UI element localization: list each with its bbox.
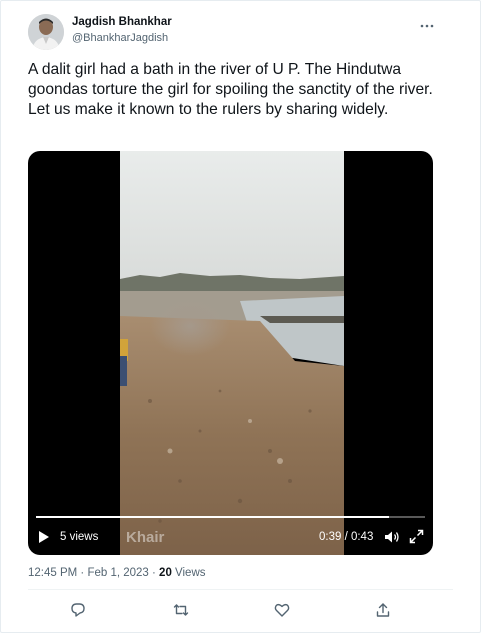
fullscreen-icon[interactable] xyxy=(409,529,424,544)
play-icon[interactable] xyxy=(37,530,51,544)
tweet-views-count: 20 xyxy=(159,567,172,579)
retweet-icon[interactable] xyxy=(173,602,189,618)
tweet-timestamp[interactable]: 12:45 PM · Feb 1, 2023 · xyxy=(28,567,159,579)
like-icon[interactable] xyxy=(274,602,290,618)
video-progress-bar[interactable] xyxy=(36,516,425,518)
video-frame[interactable] xyxy=(120,151,344,555)
avatar[interactable] xyxy=(28,14,64,50)
tweet-text: A dalit girl had a bath in the river of … xyxy=(28,61,433,118)
author-name[interactable]: Jagdish Bhankhar xyxy=(72,16,172,28)
volume-icon[interactable] xyxy=(384,530,400,544)
video-player[interactable]: 5 views Khair 0:39 / 0:43 xyxy=(28,151,433,555)
tweet-meta: 12:45 PM · Feb 1, 2023 · 20 Views xyxy=(28,567,206,579)
video-views-label: 5 views xyxy=(60,531,99,543)
tweet-card: Jagdish Bhankhar @BhankharJagdish A dali… xyxy=(0,0,481,633)
reply-icon[interactable] xyxy=(70,602,86,618)
author-handle[interactable]: @BhankharJagdish xyxy=(72,32,168,44)
share-icon[interactable] xyxy=(375,602,391,618)
video-progress-fill xyxy=(36,516,389,518)
tweet-views-word: Views xyxy=(171,567,206,579)
video-time-label: 0:39 / 0:43 xyxy=(319,531,374,543)
divider xyxy=(28,589,453,590)
more-horizontal-icon[interactable] xyxy=(420,15,434,31)
video-watermark: Khair xyxy=(126,529,165,546)
